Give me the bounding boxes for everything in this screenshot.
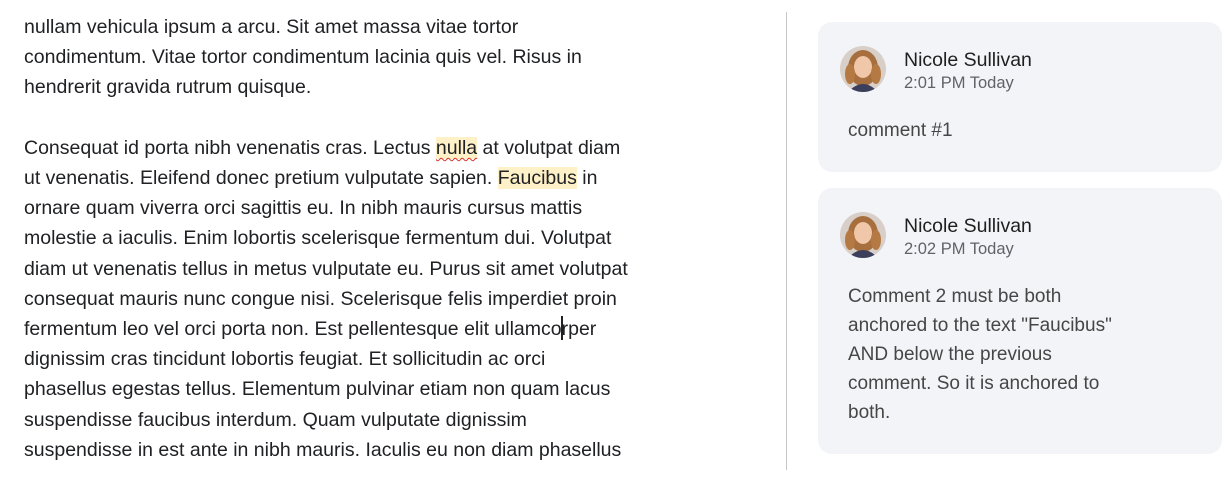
doc-text: Consequat id porta nibh venenatis cras. … (24, 136, 436, 159)
doc-line: consequat mauris nunc congue nisi. Scele… (24, 287, 617, 310)
doc-text: in (576, 167, 598, 189)
highlighted-anchor-faucibus[interactable]: Faucibus (497, 167, 577, 189)
doc-text: ut venenatis. Eleifend donec pretium vul… (24, 167, 498, 189)
doc-line: phasellus egestas tellus. Elementum pulv… (24, 378, 611, 401)
doc-line: Consequat id porta nibh venenatis cras. … (24, 133, 724, 163)
avatar (840, 212, 886, 258)
document-body[interactable]: nullam vehicula ipsum a arcu. Sit amet m… (24, 12, 724, 465)
doc-line: suspendisse faucibus interdum. Quam vulp… (24, 408, 527, 431)
doc-line: fermentum leo vel orci porta non. Est pe… (24, 314, 724, 344)
doc-text: at volutpat diam (477, 136, 621, 159)
doc-line: molestie a iaculis. Enim lobortis sceler… (24, 227, 612, 250)
doc-line: suspendisse in est ante in nibh mauris. … (24, 438, 622, 461)
doc-line: nullam vehicula ipsum a arcu. Sit amet m… (24, 16, 519, 38)
doc-line: ut venenatis. Eleifend donec pretium vul… (24, 163, 724, 193)
comment-text: Comment 2 must be both (848, 286, 1062, 307)
comment-text: both. (848, 402, 891, 423)
highlighted-anchor-nulla[interactable]: nulla (435, 136, 478, 159)
margin-divider (786, 12, 787, 470)
comment-text: AND below the previous (848, 344, 1052, 365)
doc-line: ornare quam viverra orci sagittis eu. In… (24, 197, 583, 220)
comment-body: comment #1 (848, 116, 1198, 145)
doc-line: dignissim cras tincidunt lobortis feugia… (24, 348, 546, 371)
doc-line: hendrerit gravida rutrum quisque. (24, 76, 312, 99)
comment-author: Nicole Sullivan (904, 215, 1032, 237)
comment-timestamp: 2:02 PM Today (904, 240, 1014, 258)
paragraph-break (24, 103, 724, 133)
comment-author: Nicole Sullivan (904, 49, 1032, 71)
comment-text: anchored to the text "Faucibus" (848, 315, 1112, 336)
comment-card[interactable]: Nicole Sullivan 2:01 PM Today comment #1 (818, 22, 1222, 172)
comment-timestamp: 2:01 PM Today (904, 74, 1014, 92)
comment-card[interactable]: Nicole Sullivan 2:02 PM Today Comment 2 … (818, 188, 1222, 454)
comment-text: comment #1 (848, 120, 953, 141)
avatar (840, 46, 886, 92)
doc-line: diam ut venenatis tellus in metus vulput… (24, 257, 628, 280)
comment-body: Comment 2 must be both anchored to the t… (848, 282, 1198, 427)
doc-line: condimentum. Vitae tortor condimentum la… (24, 46, 582, 69)
comment-text: comment. So it is anchored to (848, 373, 1100, 394)
doc-text: rper (561, 318, 597, 341)
doc-text: fermentum leo vel orci porta non. Est pe… (24, 318, 562, 341)
